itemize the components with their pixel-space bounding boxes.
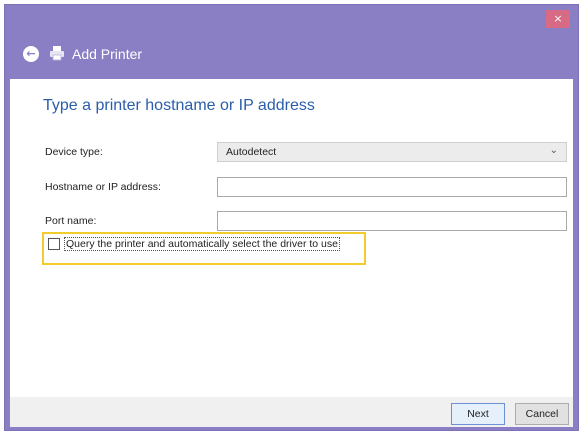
page-heading: Type a printer hostname or IP address [43,97,315,114]
hostname-label: Hostname or IP address: [45,181,161,193]
add-printer-window: × ← Add Printer Type a printer hostname … [4,4,579,431]
port-name-label: Port name: [45,215,97,227]
footer-bar: Next Cancel [10,397,573,427]
query-printer-label[interactable]: Query the printer and automatically sele… [64,237,340,251]
next-button[interactable]: Next [451,403,505,425]
cancel-button[interactable]: Cancel [515,403,569,425]
back-button[interactable]: ← [23,46,39,62]
query-printer-checkbox[interactable] [48,238,60,250]
close-icon: × [553,12,563,25]
port-name-input[interactable] [217,211,567,231]
device-type-value: Autodetect [226,146,277,158]
hostname-input[interactable] [217,177,567,197]
printer-icon [50,46,64,61]
chevron-down-icon: ⌄ [549,145,558,156]
title-bar: ← Add Printer [5,35,578,75]
back-arrow-icon: ← [26,47,36,60]
device-type-label: Device type: [45,146,103,158]
close-button[interactable]: × [546,10,570,28]
content-panel: Type a printer hostname or IP address De… [10,79,573,397]
device-type-dropdown[interactable]: Autodetect ⌄ [217,142,567,162]
window-title: Add Printer [72,46,143,62]
